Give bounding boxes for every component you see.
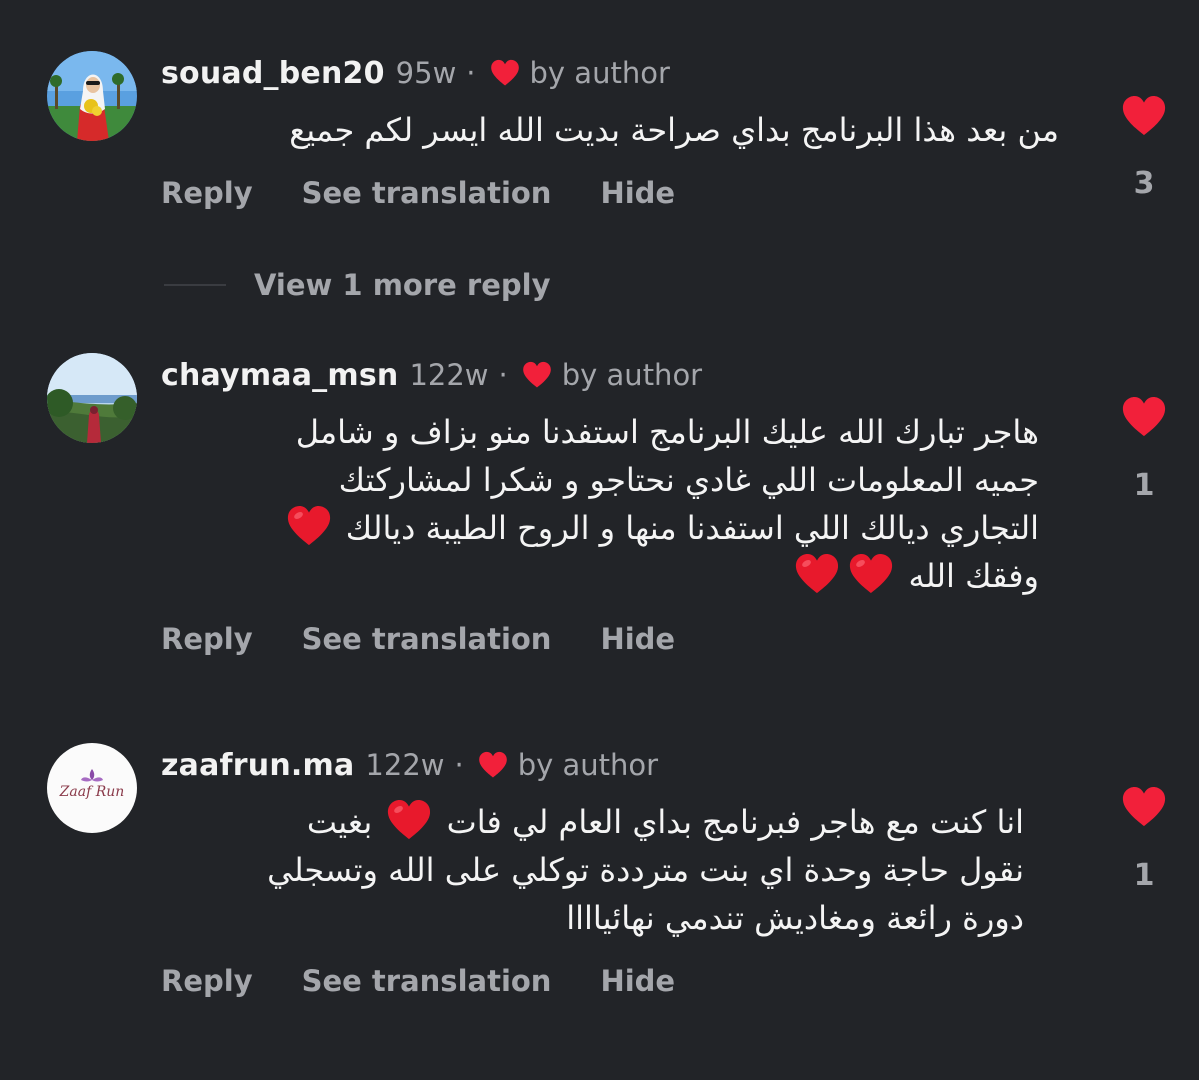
comment-text-line: دورة رائعة ومغاديش تندمي نهائياااا: [566, 899, 1024, 937]
comment-text-line: نقول حاجة وحدة اي بنت مترددة توكلي على ا…: [267, 851, 1024, 889]
comment-text-segment: وفقك الله: [908, 557, 1039, 595]
comment-text-line: انا كنت مع هاجر فبرنامج بداي العام لي فا…: [161, 798, 1024, 846]
username[interactable]: souad_ben20: [161, 56, 385, 91]
reply-button[interactable]: Reply: [161, 964, 253, 998]
comment-text-segment: انا كنت مع هاجر فبرنامج بداي العام لي فا…: [446, 803, 1024, 841]
comment-text-segment: بغيت: [306, 803, 373, 841]
comment-text: من بعد هذا البرنامج بداي صراحة بديت الله…: [161, 106, 1059, 154]
comment-header: chaymaa_msn 122w · by author: [161, 355, 702, 395]
view-replies-button[interactable]: View 1 more reply: [164, 262, 551, 308]
comment-header: souad_ben20 95w · by author: [161, 53, 670, 93]
comment-age: 95w: [395, 56, 457, 90]
red-heart-emoji-icon: [848, 553, 894, 595]
comment-text-line: هاجر تبارك الله عليك البرنامج استفدنا من…: [295, 413, 1039, 451]
hide-button[interactable]: Hide: [600, 176, 675, 210]
comment-text-line: جميه المعلومات اللي غادي نحتاجو و شكرا ل…: [338, 461, 1039, 499]
separator-dot: ·: [466, 56, 476, 90]
comment-actions: Reply See translation Hide: [161, 622, 675, 656]
separator-dot: ·: [498, 358, 508, 392]
liked-by-author-label: by author: [529, 56, 670, 90]
hide-button[interactable]: Hide: [600, 622, 675, 656]
hide-button[interactable]: Hide: [600, 964, 675, 998]
red-heart-emoji-icon: [286, 505, 332, 547]
reply-button[interactable]: Reply: [161, 176, 253, 210]
see-translation-button[interactable]: See translation: [302, 622, 552, 656]
see-translation-button[interactable]: See translation: [302, 176, 552, 210]
comment-actions: Reply See translation Hide: [161, 176, 675, 210]
comment-text-segment: التجاري ديالك اللي استفدنا منها و الروح …: [345, 509, 1039, 547]
avatar[interactable]: [47, 353, 137, 443]
comment-text-line: التجاري ديالك اللي استفدنا منها و الروح …: [161, 504, 1039, 552]
heart-icon: [522, 361, 552, 389]
username[interactable]: chaymaa_msn: [161, 358, 398, 393]
avatar[interactable]: Zaaf Run: [47, 743, 137, 833]
reply-button[interactable]: Reply: [161, 622, 253, 656]
comment-header: zaafrun.ma 122w · by author: [161, 745, 658, 785]
comment-actions: Reply See translation Hide: [161, 964, 675, 998]
heart-icon: [490, 59, 520, 87]
comment-age: 122w: [409, 358, 489, 392]
like-button[interactable]: [1121, 95, 1167, 137]
like-button[interactable]: [1121, 396, 1167, 438]
like-count: 1: [1133, 858, 1155, 893]
separator-dot: ·: [454, 748, 464, 782]
divider: [164, 284, 226, 286]
avatar-logo-text: Zaaf Run: [59, 784, 125, 800]
red-heart-emoji-icon: [794, 553, 840, 595]
heart-icon: [478, 751, 508, 779]
avatar[interactable]: [47, 51, 137, 141]
view-replies-label[interactable]: View 1 more reply: [254, 268, 551, 302]
liked-by-author-label: by author: [517, 748, 659, 782]
comment-age: 122w: [365, 748, 445, 782]
like-count: 3: [1133, 166, 1155, 201]
comment-text-line: من بعد هذا البرنامج بداي صراحة بديت الله…: [289, 111, 1059, 149]
like-count: 1: [1133, 468, 1155, 503]
comment-text-line: وفقك الله: [161, 552, 1039, 600]
liked-by-author-label: by author: [561, 358, 703, 392]
comment-text: هاجر تبارك الله عليك البرنامج استفدنا من…: [161, 408, 1039, 600]
red-heart-emoji-icon: [386, 799, 432, 841]
like-button[interactable]: [1121, 786, 1167, 828]
username[interactable]: zaafrun.ma: [161, 748, 354, 783]
comment-text: انا كنت مع هاجر فبرنامج بداي العام لي فا…: [161, 798, 1024, 942]
see-translation-button[interactable]: See translation: [302, 964, 552, 998]
